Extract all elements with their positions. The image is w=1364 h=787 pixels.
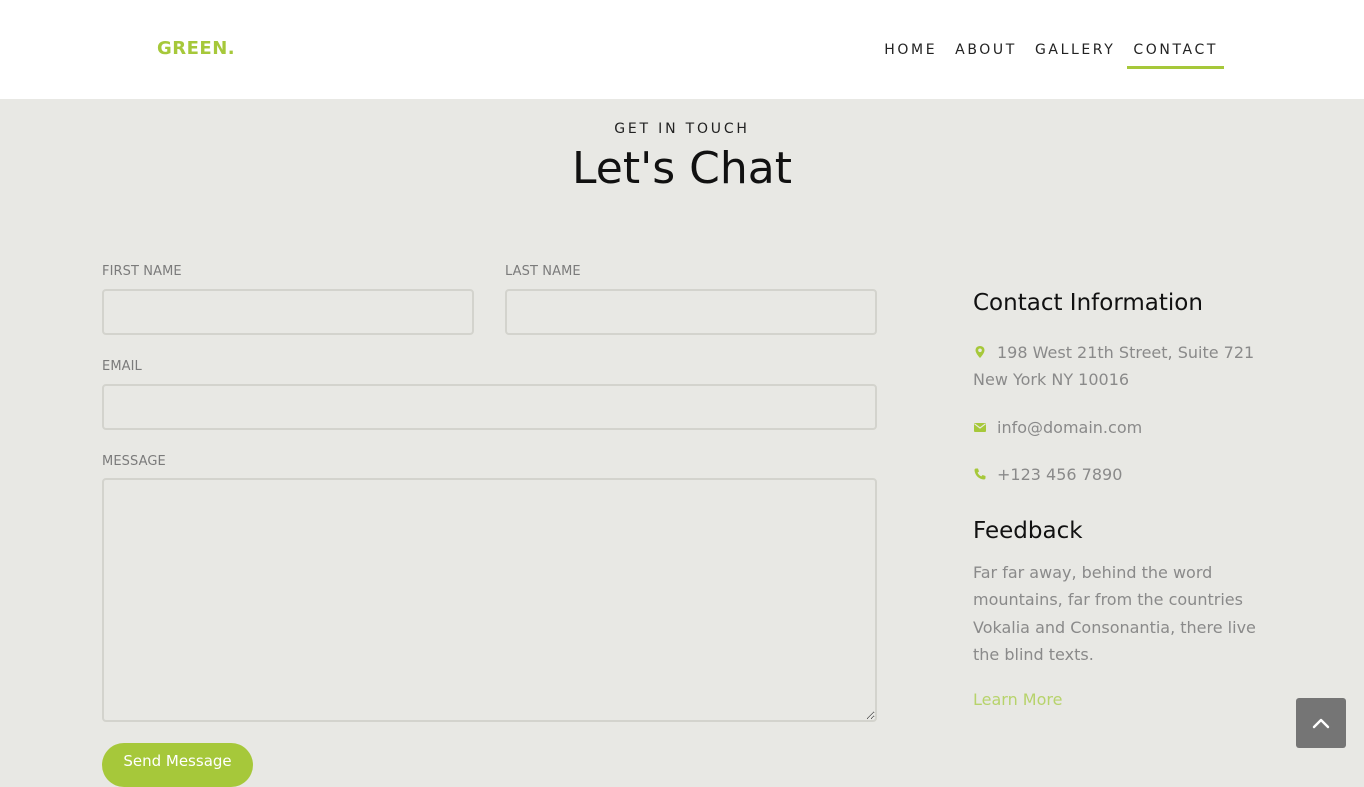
address-text: 198 West 21th Street, Suite 721 New York… bbox=[973, 343, 1255, 389]
back-to-top-button[interactable] bbox=[1296, 698, 1346, 748]
site-header: GREEN. HOME ABOUT GALLERY CONTACT bbox=[0, 0, 1364, 99]
phone-icon bbox=[974, 468, 986, 480]
nav-item-contact[interactable]: CONTACT bbox=[1125, 40, 1224, 69]
nav-item-home[interactable]: HOME bbox=[876, 40, 943, 69]
feedback-heading: Feedback bbox=[973, 518, 1083, 544]
envelope-icon bbox=[974, 423, 986, 432]
main-nav: HOME ABOUT GALLERY CONTACT bbox=[872, 40, 1224, 69]
email-text[interactable]: info@domain.com bbox=[997, 418, 1142, 437]
email-row: info@domain.com bbox=[973, 414, 1273, 441]
learn-more-link[interactable]: Learn More bbox=[973, 690, 1062, 709]
phone-text[interactable]: +123 456 7890 bbox=[997, 465, 1122, 484]
first-name-label: FIRST NAME bbox=[102, 264, 182, 279]
map-pin-icon bbox=[975, 346, 985, 358]
last-name-field[interactable] bbox=[505, 289, 877, 335]
message-textarea[interactable] bbox=[102, 478, 877, 722]
phone-row: +123 456 7890 bbox=[973, 461, 1273, 488]
send-message-button[interactable]: Send Message bbox=[102, 743, 253, 787]
last-name-label: LAST NAME bbox=[505, 264, 581, 279]
page-title: Let's Chat bbox=[572, 143, 792, 194]
nav-item-about[interactable]: ABOUT bbox=[947, 40, 1023, 69]
message-label: MESSAGE bbox=[102, 454, 166, 469]
first-name-field[interactable] bbox=[102, 289, 474, 335]
email-label: EMAIL bbox=[102, 359, 142, 374]
nav-item-gallery[interactable]: GALLERY bbox=[1027, 40, 1121, 69]
section-eyebrow: GET IN TOUCH bbox=[614, 121, 750, 137]
chevron-up-icon bbox=[1312, 718, 1330, 729]
contact-info-heading: Contact Information bbox=[973, 290, 1203, 316]
address-row: 198 West 21th Street, Suite 721 New York… bbox=[973, 339, 1273, 393]
site-logo[interactable]: GREEN. bbox=[157, 38, 235, 59]
feedback-text: Far far away, behind the word mountains,… bbox=[973, 563, 1256, 664]
email-field[interactable] bbox=[102, 384, 877, 430]
